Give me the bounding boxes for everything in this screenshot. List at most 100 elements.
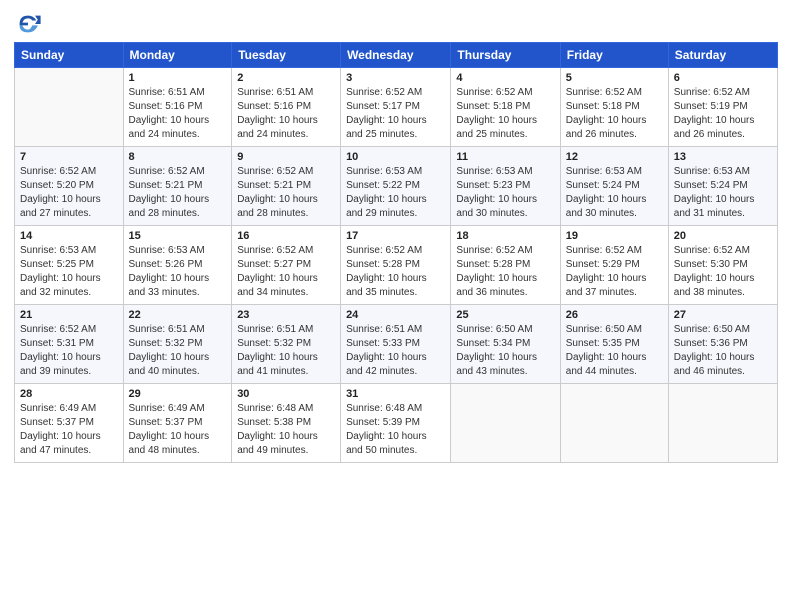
calendar-cell [560,384,668,463]
day-info: Sunrise: 6:51 AM Sunset: 5:33 PM Dayligh… [346,323,445,379]
sunset-text: Sunset: 5:25 PM [20,259,94,270]
logo [14,10,46,38]
calendar-cell: 14 Sunrise: 6:53 AM Sunset: 5:25 PM Dayl… [15,226,124,305]
sunrise-text: Sunrise: 6:48 AM [237,403,313,414]
daylight-text: Daylight: 10 hours and 26 minutes. [566,115,647,140]
header-tuesday: Tuesday [232,43,341,68]
day-number: 9 [237,151,335,163]
day-info: Sunrise: 6:52 AM Sunset: 5:17 PM Dayligh… [346,86,445,142]
sunrise-text: Sunrise: 6:53 AM [456,166,532,177]
sunset-text: Sunset: 5:33 PM [346,338,420,349]
daylight-text: Daylight: 10 hours and 24 minutes. [129,115,210,140]
sunset-text: Sunset: 5:28 PM [346,259,420,270]
daylight-text: Daylight: 10 hours and 42 minutes. [346,352,427,377]
sunrise-text: Sunrise: 6:49 AM [129,403,205,414]
day-number: 21 [20,309,118,321]
day-info: Sunrise: 6:52 AM Sunset: 5:19 PM Dayligh… [674,86,772,142]
daylight-text: Daylight: 10 hours and 43 minutes. [456,352,537,377]
sunset-text: Sunset: 5:30 PM [674,259,748,270]
sunset-text: Sunset: 5:34 PM [456,338,530,349]
day-info: Sunrise: 6:52 AM Sunset: 5:18 PM Dayligh… [456,86,554,142]
sunrise-text: Sunrise: 6:52 AM [566,87,642,98]
sunrise-text: Sunrise: 6:52 AM [566,245,642,256]
day-info: Sunrise: 6:52 AM Sunset: 5:27 PM Dayligh… [237,244,335,300]
day-number: 7 [20,151,118,163]
daylight-text: Daylight: 10 hours and 34 minutes. [237,273,318,298]
calendar-body: 1 Sunrise: 6:51 AM Sunset: 5:16 PM Dayli… [15,68,778,463]
calendar-cell [451,384,560,463]
sunset-text: Sunset: 5:32 PM [237,338,311,349]
calendar-cell: 24 Sunrise: 6:51 AM Sunset: 5:33 PM Dayl… [341,305,451,384]
day-number: 5 [566,72,663,84]
daylight-text: Daylight: 10 hours and 30 minutes. [566,194,647,219]
day-info: Sunrise: 6:52 AM Sunset: 5:20 PM Dayligh… [20,165,118,221]
header-sunday: Sunday [15,43,124,68]
sunset-text: Sunset: 5:16 PM [129,101,203,112]
calendar-cell: 10 Sunrise: 6:53 AM Sunset: 5:22 PM Dayl… [341,147,451,226]
calendar-cell: 22 Sunrise: 6:51 AM Sunset: 5:32 PM Dayl… [123,305,232,384]
page-container: Sunday Monday Tuesday Wednesday Thursday… [0,0,792,473]
day-info: Sunrise: 6:52 AM Sunset: 5:28 PM Dayligh… [346,244,445,300]
sunrise-text: Sunrise: 6:53 AM [20,245,96,256]
calendar-cell: 6 Sunrise: 6:52 AM Sunset: 5:19 PM Dayli… [668,68,777,147]
sunrise-text: Sunrise: 6:50 AM [566,324,642,335]
daylight-text: Daylight: 10 hours and 35 minutes. [346,273,427,298]
sunrise-text: Sunrise: 6:50 AM [674,324,750,335]
daylight-text: Daylight: 10 hours and 47 minutes. [20,431,101,456]
day-number: 30 [237,388,335,400]
calendar-cell: 28 Sunrise: 6:49 AM Sunset: 5:37 PM Dayl… [15,384,124,463]
day-info: Sunrise: 6:49 AM Sunset: 5:37 PM Dayligh… [129,402,227,458]
sunset-text: Sunset: 5:22 PM [346,180,420,191]
daylight-text: Daylight: 10 hours and 32 minutes. [20,273,101,298]
day-number: 28 [20,388,118,400]
calendar-cell [668,384,777,463]
sunset-text: Sunset: 5:37 PM [20,417,94,428]
sunrise-text: Sunrise: 6:52 AM [20,324,96,335]
day-info: Sunrise: 6:51 AM Sunset: 5:32 PM Dayligh… [237,323,335,379]
calendar-cell: 23 Sunrise: 6:51 AM Sunset: 5:32 PM Dayl… [232,305,341,384]
calendar-cell: 13 Sunrise: 6:53 AM Sunset: 5:24 PM Dayl… [668,147,777,226]
calendar-cell: 31 Sunrise: 6:48 AM Sunset: 5:39 PM Dayl… [341,384,451,463]
day-number: 11 [456,151,554,163]
sunrise-text: Sunrise: 6:51 AM [237,87,313,98]
day-info: Sunrise: 6:52 AM Sunset: 5:30 PM Dayligh… [674,244,772,300]
sunset-text: Sunset: 5:16 PM [237,101,311,112]
day-info: Sunrise: 6:53 AM Sunset: 5:22 PM Dayligh… [346,165,445,221]
sunrise-text: Sunrise: 6:52 AM [456,87,532,98]
sunset-text: Sunset: 5:36 PM [674,338,748,349]
sunrise-text: Sunrise: 6:53 AM [566,166,642,177]
sunrise-text: Sunrise: 6:52 AM [346,245,422,256]
calendar-week-row: 28 Sunrise: 6:49 AM Sunset: 5:37 PM Dayl… [15,384,778,463]
sunrise-text: Sunrise: 6:52 AM [674,87,750,98]
sunrise-text: Sunrise: 6:48 AM [346,403,422,414]
sunrise-text: Sunrise: 6:51 AM [237,324,313,335]
day-number: 17 [346,230,445,242]
sunrise-text: Sunrise: 6:50 AM [456,324,532,335]
calendar-cell: 2 Sunrise: 6:51 AM Sunset: 5:16 PM Dayli… [232,68,341,147]
day-number: 6 [674,72,772,84]
sunset-text: Sunset: 5:32 PM [129,338,203,349]
day-number: 19 [566,230,663,242]
calendar-week-row: 14 Sunrise: 6:53 AM Sunset: 5:25 PM Dayl… [15,226,778,305]
header-thursday: Thursday [451,43,560,68]
calendar-cell: 8 Sunrise: 6:52 AM Sunset: 5:21 PM Dayli… [123,147,232,226]
day-number: 27 [674,309,772,321]
daylight-text: Daylight: 10 hours and 46 minutes. [674,352,755,377]
daylight-text: Daylight: 10 hours and 25 minutes. [456,115,537,140]
calendar-cell: 27 Sunrise: 6:50 AM Sunset: 5:36 PM Dayl… [668,305,777,384]
calendar-cell: 17 Sunrise: 6:52 AM Sunset: 5:28 PM Dayl… [341,226,451,305]
calendar-cell: 19 Sunrise: 6:52 AM Sunset: 5:29 PM Dayl… [560,226,668,305]
daylight-text: Daylight: 10 hours and 49 minutes. [237,431,318,456]
day-number: 31 [346,388,445,400]
calendar-cell: 29 Sunrise: 6:49 AM Sunset: 5:37 PM Dayl… [123,384,232,463]
day-number: 8 [129,151,227,163]
header-saturday: Saturday [668,43,777,68]
sunrise-text: Sunrise: 6:49 AM [20,403,96,414]
sunset-text: Sunset: 5:26 PM [129,259,203,270]
calendar-cell: 3 Sunrise: 6:52 AM Sunset: 5:17 PM Dayli… [341,68,451,147]
daylight-text: Daylight: 10 hours and 50 minutes. [346,431,427,456]
day-number: 16 [237,230,335,242]
daylight-text: Daylight: 10 hours and 33 minutes. [129,273,210,298]
day-info: Sunrise: 6:50 AM Sunset: 5:36 PM Dayligh… [674,323,772,379]
daylight-text: Daylight: 10 hours and 39 minutes. [20,352,101,377]
